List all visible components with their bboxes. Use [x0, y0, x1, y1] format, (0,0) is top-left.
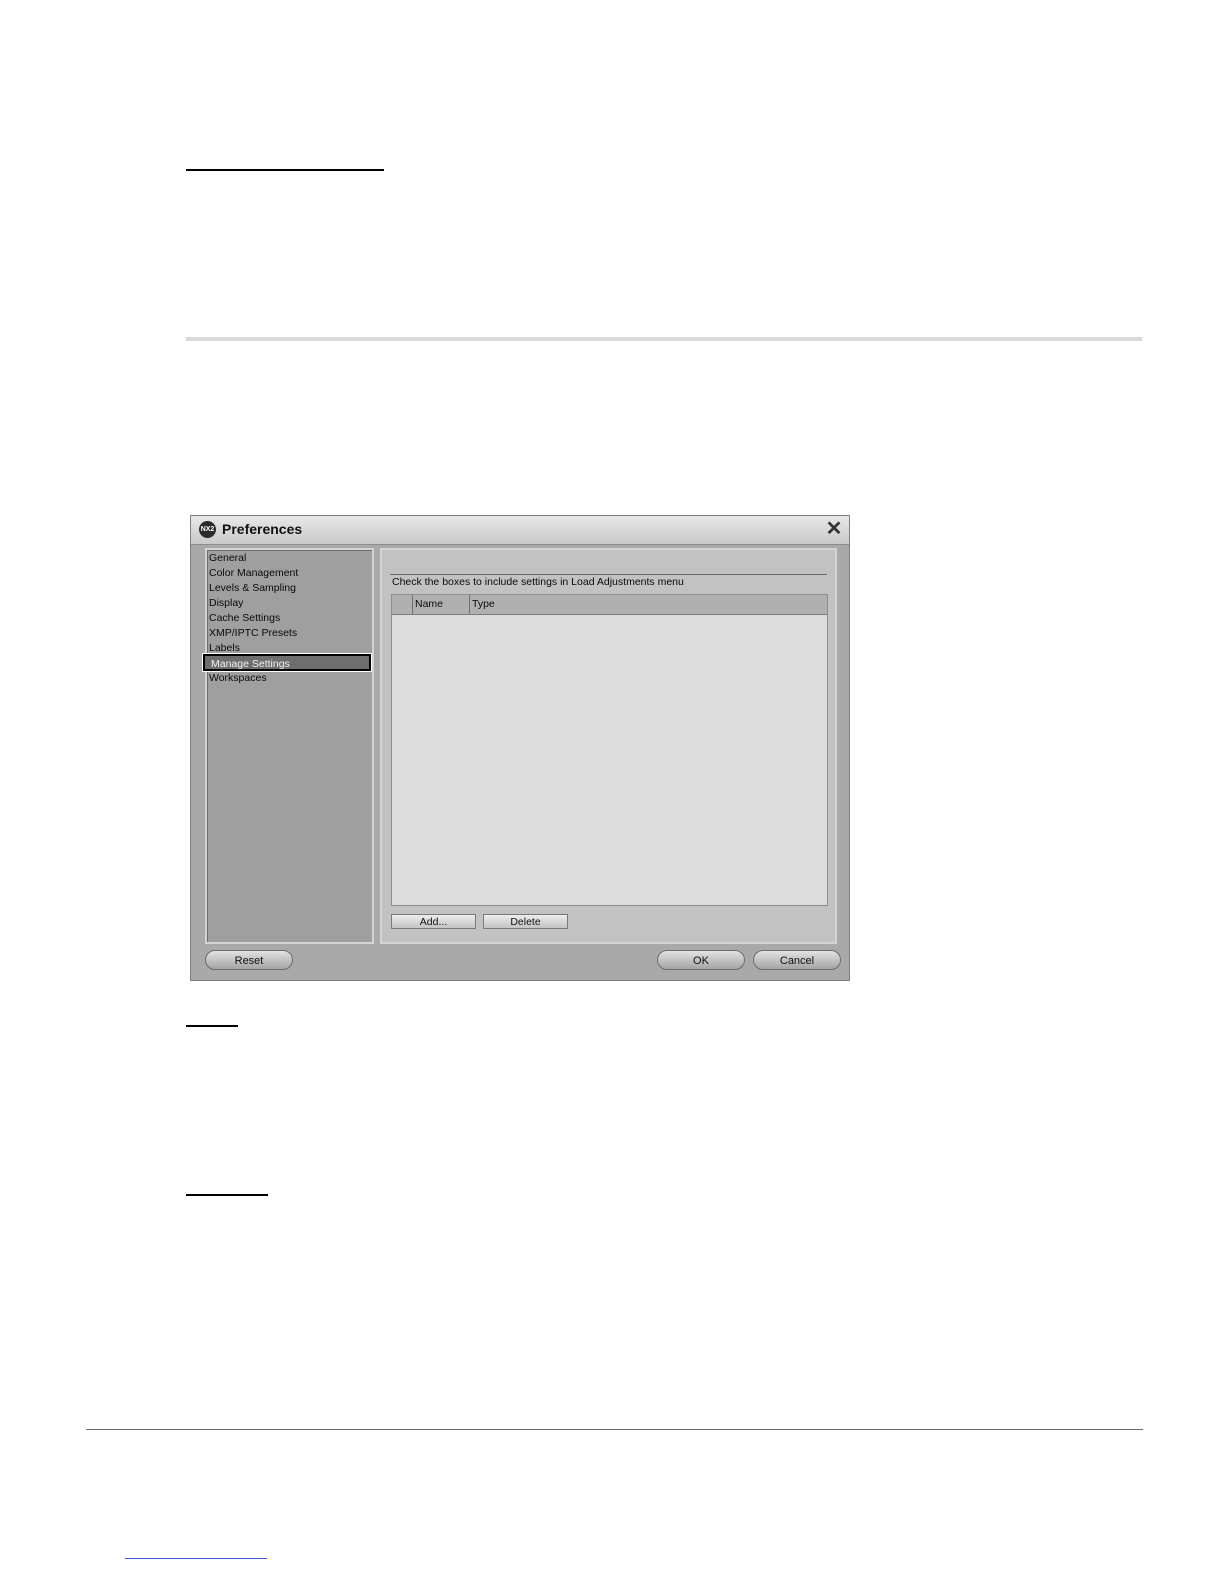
column-separator — [469, 595, 470, 614]
reset-button[interactable]: Reset — [205, 950, 293, 970]
panel-divider — [390, 574, 827, 575]
nav-item-color-management[interactable]: Color Management — [209, 566, 298, 581]
preferences-category-list: General Color Management Levels & Sampli… — [202, 548, 374, 944]
heading-underline — [186, 169, 384, 171]
column-header-type[interactable]: Type — [472, 595, 495, 614]
nx2-app-icon: NX2 — [199, 521, 216, 538]
settings-table[interactable]: Name Type — [391, 594, 828, 906]
text-underline — [186, 1025, 238, 1027]
add-button[interactable]: Add... — [391, 914, 476, 929]
preferences-dialog: NX2 Preferences ✕ General Color Manageme… — [190, 515, 850, 981]
footer-divider — [86, 1429, 1143, 1430]
ok-button[interactable]: OK — [657, 950, 745, 970]
manage-settings-panel: Check the boxes to include settings in L… — [380, 548, 837, 944]
nav-item-general[interactable]: General — [209, 551, 246, 566]
section-divider — [186, 337, 1142, 341]
delete-button[interactable]: Delete — [483, 914, 568, 929]
footer-link-underline — [125, 1558, 267, 1559]
text-underline — [186, 1194, 268, 1196]
nav-item-levels-sampling[interactable]: Levels & Sampling — [209, 581, 296, 596]
nav-item-workspaces[interactable]: Workspaces — [209, 671, 267, 686]
close-icon[interactable]: ✕ — [825, 519, 843, 539]
dialog-title: Preferences — [222, 521, 303, 537]
nav-item-cache-settings[interactable]: Cache Settings — [209, 611, 280, 626]
cancel-button[interactable]: Cancel — [753, 950, 841, 970]
table-header: Name Type — [392, 595, 827, 615]
nav-item-display[interactable]: Display — [209, 596, 243, 611]
nav-item-xmp-iptc-presets[interactable]: XMP/IPTC Presets — [209, 626, 297, 641]
instruction-text: Check the boxes to include settings in L… — [392, 576, 684, 588]
nav-item-manage-settings[interactable]: Manage Settings — [202, 653, 372, 672]
dialog-titlebar[interactable]: NX2 Preferences ✕ — [191, 516, 849, 545]
column-header-name[interactable]: Name — [415, 595, 443, 614]
column-separator — [412, 595, 413, 614]
